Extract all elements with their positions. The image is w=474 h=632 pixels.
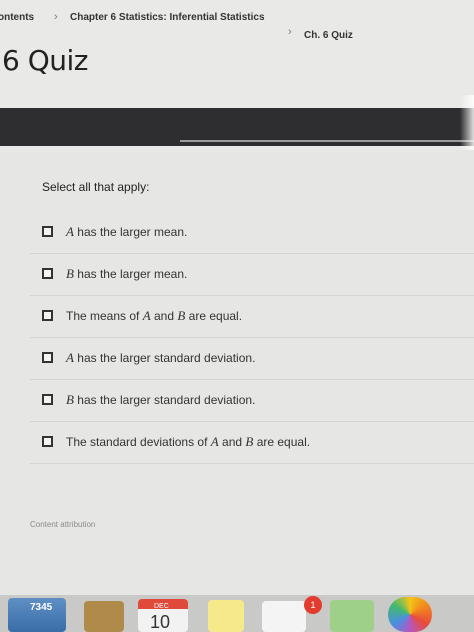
page-title: 6 Quiz	[2, 44, 88, 77]
breadcrumb-contents-link[interactable]: ontents	[0, 12, 34, 23]
calendar-month-label: DEC	[154, 603, 169, 610]
option-checkbox[interactable]	[42, 310, 53, 321]
question-instruction: Select all that apply:	[42, 180, 150, 194]
option-label: A has the larger mean.	[66, 224, 188, 239]
option-sds-equal[interactable]: The standard deviations of A and B are e…	[30, 422, 474, 464]
browser-screen: ontents › Chapter 6 Statistics: Inferent…	[0, 0, 474, 595]
option-checkbox[interactable]	[42, 226, 53, 237]
option-b-larger-sd[interactable]: B has the larger standard deviation.	[30, 380, 474, 422]
phone-count-label: 7345	[30, 602, 53, 613]
option-checkbox[interactable]	[42, 394, 53, 405]
breadcrumb: ontents › Chapter 6 Statistics: Inferent…	[0, 10, 474, 41]
option-b-larger-mean[interactable]: B has the larger mean.	[30, 254, 474, 296]
option-checkbox[interactable]	[42, 268, 53, 279]
divider	[180, 140, 474, 142]
chevron-right-icon: ›	[54, 11, 58, 23]
option-label: The means of A and B are equal.	[66, 308, 243, 323]
option-a-larger-mean[interactable]: A has the larger mean.	[30, 212, 474, 254]
photos-app-icon[interactable]	[388, 597, 432, 632]
calendar-day-label: 10	[150, 612, 171, 632]
reminders-app-icon[interactable]	[262, 601, 306, 632]
option-label: A has the larger standard deviation.	[66, 350, 256, 365]
notification-badge: 1	[304, 596, 322, 614]
screen-glare	[460, 95, 474, 155]
maps-app-icon[interactable]	[330, 600, 374, 632]
option-checkbox[interactable]	[42, 352, 53, 363]
dock	[0, 595, 474, 632]
contacts-app-icon[interactable]	[84, 601, 124, 632]
option-label: B has the larger standard deviation.	[66, 392, 256, 407]
option-means-equal[interactable]: The means of A and B are equal.	[30, 296, 474, 338]
breadcrumb-current: Ch. 6 Quiz	[304, 30, 353, 41]
chevron-right-icon: ›	[288, 26, 292, 38]
option-checkbox[interactable]	[42, 436, 53, 447]
option-a-larger-sd[interactable]: A has the larger standard deviation.	[30, 338, 474, 380]
notes-app-icon[interactable]	[208, 600, 244, 632]
option-label: B has the larger mean.	[66, 266, 188, 281]
breadcrumb-chapter-link[interactable]: Chapter 6 Statistics: Inferential Statis…	[70, 12, 265, 23]
option-label: The standard deviations of A and B are e…	[66, 434, 311, 449]
content-attribution-link[interactable]: Content attribution	[30, 520, 95, 529]
question-panel: Select all that apply: A has the larger …	[0, 150, 474, 595]
